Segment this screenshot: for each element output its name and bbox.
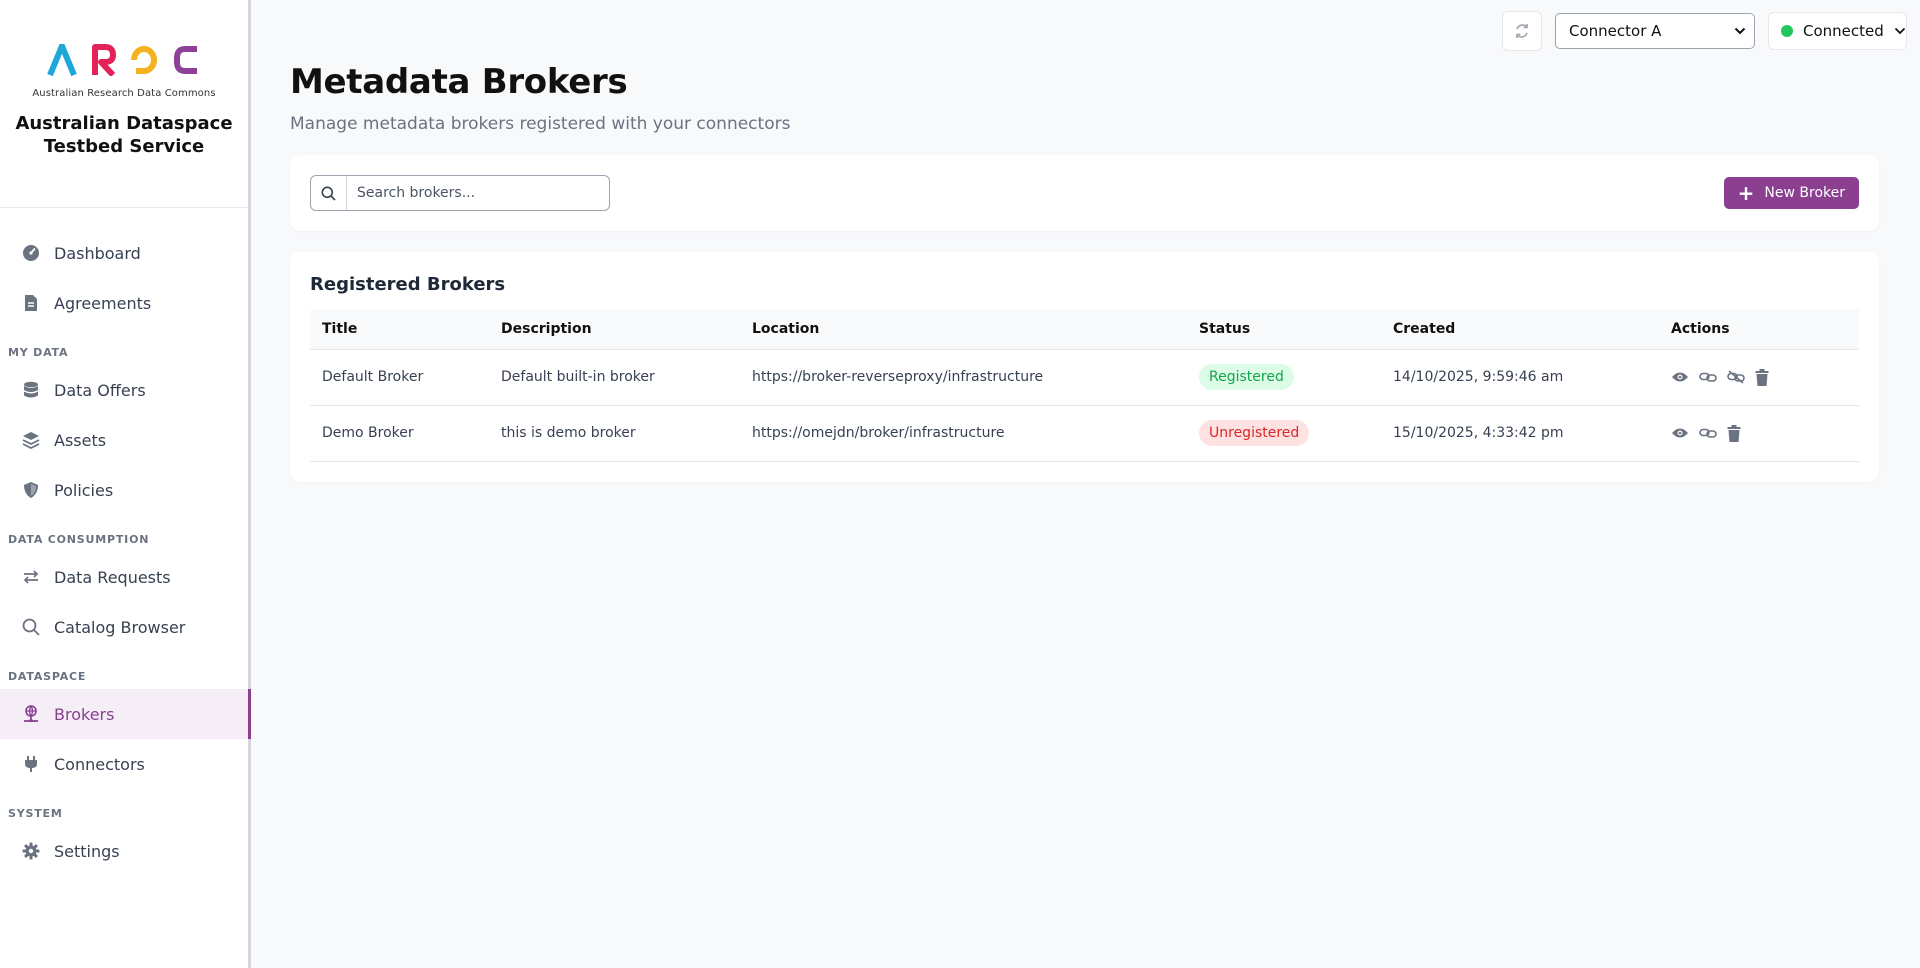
section-system: SYSTEM <box>8 807 63 820</box>
sidebar-item-assets[interactable]: Assets <box>0 415 248 465</box>
sidebar-item-label: Policies <box>54 480 114 500</box>
sidebar-item-data-offers[interactable]: Data Offers <box>0 365 248 415</box>
broker-location: https://broker-reverseproxy/infrastructu… <box>740 349 1187 406</box>
gear-icon <box>22 842 40 860</box>
view-eye-icon[interactable] <box>1671 371 1689 383</box>
search-box <box>310 175 610 211</box>
section-dataspace: DATASPACE <box>8 670 87 683</box>
search-icon <box>311 176 347 210</box>
sidebar-nav: Dashboard Agreements MY DATA Data Offers… <box>0 208 251 876</box>
section-data-consumption: DATA CONSUMPTION <box>8 533 150 546</box>
broker-status-cell: Unregistered <box>1187 405 1381 462</box>
column-header-description: Description <box>489 309 740 350</box>
table-header-row: Title Description Location Status Create… <box>310 309 1859 350</box>
logo-letter-c <box>174 46 197 74</box>
sidebar-item-label: Brokers <box>54 704 115 724</box>
column-header-status: Status <box>1187 309 1381 350</box>
view-eye-icon[interactable] <box>1671 427 1689 439</box>
search-icon <box>22 618 40 636</box>
broker-description: Default built-in broker <box>489 349 740 406</box>
sidebar-item-data-requests[interactable]: Data Requests <box>0 552 248 602</box>
broker-created: 14/10/2025, 9:59:46 am <box>1381 349 1659 406</box>
sidebar-item-label: Agreements <box>54 293 152 313</box>
link-icon[interactable] <box>1699 371 1717 383</box>
new-broker-button[interactable]: + New Broker <box>1723 177 1859 209</box>
sidebar-item-policies[interactable]: Policies <box>0 465 248 515</box>
broker-description: this is demo broker <box>489 405 740 462</box>
sidebar-item-label: Catalog Browser <box>54 617 186 637</box>
broker-actions <box>1659 349 1859 406</box>
broker-location: https://omejdn/broker/infrastructure <box>740 405 1187 462</box>
table-title: Registered Brokers <box>310 274 506 295</box>
logo-letter-a <box>47 44 77 76</box>
brand-header: Australian Research Data Commons Austral… <box>0 0 248 208</box>
broker-status-cell: Registered <box>1187 349 1381 406</box>
broker-actions <box>1659 405 1859 462</box>
new-broker-label: New Broker <box>1764 185 1845 201</box>
sidebar: Australian Research Data Commons Austral… <box>0 0 251 968</box>
plug-icon <box>22 755 40 773</box>
logo-letter-r <box>92 44 116 76</box>
table-row: Demo Broker this is demo broker https://… <box>310 405 1859 462</box>
sidebar-item-label: Assets <box>54 430 107 450</box>
sidebar-item-label: Settings <box>54 841 120 861</box>
column-header-created: Created <box>1381 309 1659 350</box>
table-row: Default Broker Default built-in broker h… <box>310 349 1859 406</box>
app-title: Australian Dataspace Testbed Service <box>15 113 233 157</box>
sidebar-item-label: Dashboard <box>54 243 141 263</box>
brokers-table: Title Description Location Status Create… <box>310 309 1859 462</box>
logo-subtitle: Australian Research Data Commons <box>32 88 216 99</box>
broker-title: Default Broker <box>310 349 489 406</box>
document-icon <box>22 294 40 312</box>
chevron-down-icon <box>1894 27 1906 35</box>
sidebar-item-connectors[interactable]: Connectors <box>0 739 248 789</box>
status-badge: Registered <box>1199 364 1294 390</box>
sidebar-item-label: Connectors <box>54 754 145 774</box>
section-my-data: MY DATA <box>8 346 69 359</box>
column-header-title: Title <box>310 309 489 350</box>
sidebar-item-label: Data Offers <box>54 380 146 400</box>
shield-icon <box>22 481 40 499</box>
logo-letter-d <box>131 46 157 74</box>
column-header-location: Location <box>740 309 1187 350</box>
toolbar-card: + New Broker <box>290 155 1879 231</box>
broker-network-icon <box>22 705 40 723</box>
sidebar-item-catalog-browser[interactable]: Catalog Browser <box>0 602 248 652</box>
brokers-table-card: Registered Brokers Title Description Loc… <box>290 252 1879 482</box>
page-title: Metadata Brokers <box>290 62 628 102</box>
main-content: Metadata Brokers Manage metadata brokers… <box>290 0 1879 482</box>
link-icon[interactable] <box>1699 427 1717 439</box>
sidebar-item-agreements[interactable]: Agreements <box>0 278 248 328</box>
sidebar-item-dashboard[interactable]: Dashboard <box>0 228 248 278</box>
sidebar-item-label: Data Requests <box>54 567 171 587</box>
trash-icon[interactable] <box>1727 424 1741 442</box>
plus-icon: + <box>1737 181 1755 205</box>
broker-created: 15/10/2025, 4:33:42 pm <box>1381 405 1659 462</box>
dashboard-gauge-icon <box>22 244 40 262</box>
sidebar-item-settings[interactable]: Settings <box>0 826 248 876</box>
sidebar-item-brokers[interactable]: Brokers <box>0 689 251 739</box>
status-badge: Unregistered <box>1199 420 1310 446</box>
page-subtitle: Manage metadata brokers registered with … <box>290 114 791 134</box>
trash-icon[interactable] <box>1755 368 1769 386</box>
unlink-icon[interactable] <box>1727 370 1745 384</box>
database-icon <box>22 381 40 399</box>
column-header-actions: Actions <box>1659 309 1859 350</box>
search-input[interactable] <box>347 178 597 208</box>
broker-title: Demo Broker <box>310 405 489 462</box>
arrows-exchange-icon <box>22 568 40 586</box>
ardc-logo <box>47 40 201 80</box>
layers-icon <box>22 431 40 449</box>
